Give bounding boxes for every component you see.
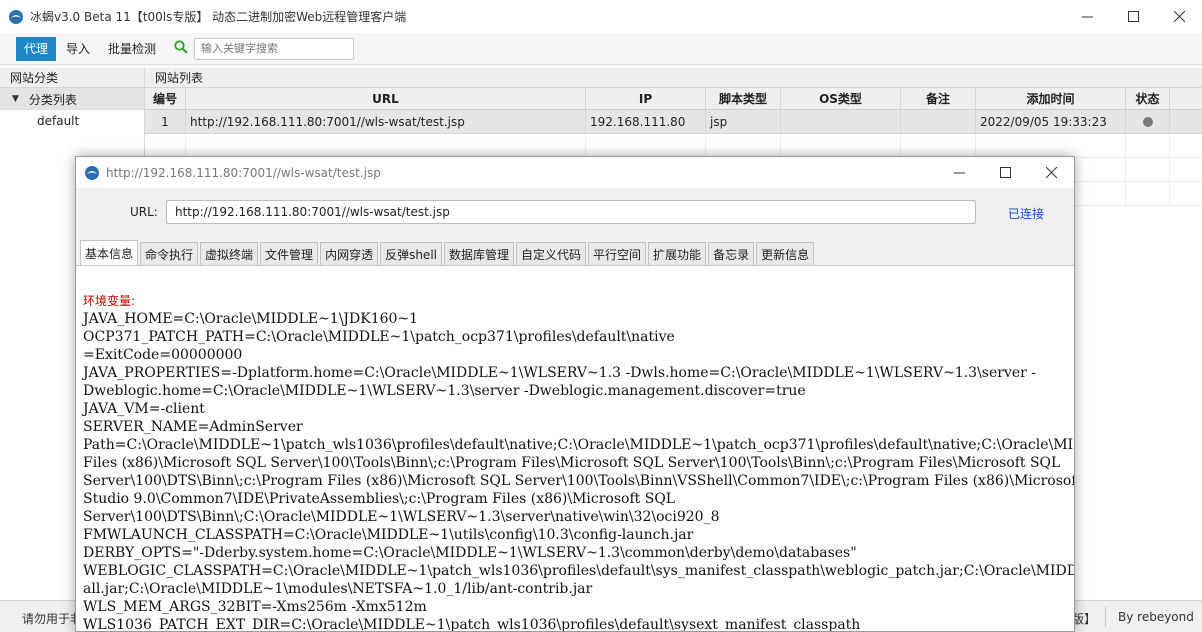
env-line: DERBY_OPTS="-Dderby.system.home=C:\Oracl… bbox=[83, 545, 857, 561]
env-line: Studio 9.0\Common7\IDE\PrivateAssemblies… bbox=[83, 491, 676, 507]
column-header-note[interactable]: 备注 bbox=[901, 88, 976, 109]
column-header-os-type[interactable]: OS类型 bbox=[781, 88, 901, 109]
search-input[interactable] bbox=[194, 37, 355, 60]
env-line: JAVA_VM=-client bbox=[83, 401, 205, 417]
env-line: Dweblogic.home=C:\Oracle\MIDDLE~1\WLSERV… bbox=[83, 383, 806, 399]
url-label: URL: bbox=[130, 205, 158, 219]
cell-ip: 192.168.111.80 bbox=[586, 110, 706, 133]
close-icon[interactable] bbox=[1156, 0, 1202, 33]
dialog-logo-icon bbox=[84, 165, 100, 181]
tab-intranet-tunnel[interactable]: 内网穿透 bbox=[320, 242, 379, 265]
tab-database-manager[interactable]: 数据库管理 bbox=[444, 242, 515, 265]
dialog-tabs: 基本信息 命令执行 虚拟终端 文件管理 内网穿透 反弹shell 数据库管理 自… bbox=[76, 238, 1074, 266]
env-line: Server\100\DTS\Binn\;c:\Program Files (x… bbox=[83, 473, 1075, 489]
status-notice: 请勿用于非 bbox=[22, 612, 83, 626]
expand-arrow-icon[interactable]: ▼ bbox=[12, 94, 19, 104]
cell-note bbox=[901, 110, 976, 133]
env-line: JAVA_PROPERTIES=-Dplatform.home=C:\Oracl… bbox=[83, 365, 1037, 381]
main-titlebar: 冰蝎v3.0 Beta 11【t00ls专版】 动态二进制加密Web远程管理客户… bbox=[0, 0, 1202, 33]
tab-basic-info[interactable]: 基本信息 bbox=[80, 240, 139, 265]
toolbar: 代理 导入 批量检测 bbox=[0, 33, 1202, 65]
proxy-button[interactable]: 代理 bbox=[16, 36, 57, 61]
env-line: Files (x86)\Microsoft SQL Server\100\Too… bbox=[83, 455, 1061, 471]
shell-dialog: http://192.168.111.80:7001//wls-wsat/tes… bbox=[75, 156, 1075, 632]
window-controls bbox=[1064, 0, 1202, 33]
status-edition: 版】 bbox=[1072, 612, 1097, 626]
connection-status: 已连接 bbox=[1008, 207, 1045, 221]
env-line: WLS_MEM_ARGS_32BIT=-Xms256m -Xmx512m bbox=[83, 599, 427, 615]
status-divider bbox=[1105, 607, 1106, 627]
batch-check-button[interactable]: 批量检测 bbox=[100, 37, 164, 61]
tab-update-info[interactable]: 更新信息 bbox=[756, 242, 815, 265]
site-table-header: 编号 URL IP 脚本类型 OS类型 备注 添加时间 状态 bbox=[145, 88, 1202, 110]
cell-url: http://192.168.111.80:7001//wls-wsat/tes… bbox=[186, 110, 586, 133]
status-author: By rebeyond bbox=[1118, 610, 1194, 624]
tab-parallel-space[interactable]: 平行空间 bbox=[588, 242, 647, 265]
cell-added-time: 2022/09/05 19:33:23 bbox=[976, 110, 1126, 133]
env-line: all.jar;C:\Oracle\MIDDLE~1\modules\NETSF… bbox=[83, 581, 593, 597]
tab-extensions[interactable]: 扩展功能 bbox=[648, 242, 707, 265]
env-line: FMWLAUNCH_CLASSPATH=C:\Oracle\MIDDLE~1\u… bbox=[83, 527, 694, 543]
dialog-titlebar[interactable]: http://192.168.111.80:7001//wls-wsat/tes… bbox=[76, 157, 1074, 188]
column-header-ip[interactable]: IP bbox=[586, 88, 706, 109]
dialog-title: http://192.168.111.80:7001//wls-wsat/tes… bbox=[106, 165, 381, 180]
url-field[interactable]: http://192.168.111.80:7001//wls-wsat/tes… bbox=[166, 200, 976, 224]
cell-os-type bbox=[781, 110, 901, 133]
env-line: WEBLOGIC_CLASSPATH=C:\Oracle\MIDDLE~1\pa… bbox=[83, 563, 1075, 579]
env-line: OCP371_PATCH_PATH=C:\Oracle\MIDDLE~1\pat… bbox=[83, 329, 675, 345]
empty-row bbox=[145, 134, 1202, 158]
env-heading: 环境变量: bbox=[83, 294, 136, 308]
tab-virtual-terminal[interactable]: 虚拟终端 bbox=[200, 242, 259, 265]
tab-custom-code[interactable]: 自定义代码 bbox=[516, 242, 587, 265]
url-bar: URL: http://192.168.111.80:7001//wls-wsa… bbox=[76, 188, 1074, 238]
import-button[interactable]: 导入 bbox=[58, 37, 98, 61]
cell-script-type: jsp bbox=[706, 110, 781, 133]
env-line: SERVER_NAME=AdminServer bbox=[83, 419, 303, 435]
search-icon[interactable] bbox=[174, 40, 188, 57]
column-header-added-time[interactable]: 添加时间 bbox=[976, 88, 1126, 109]
env-line: =ExitCode=00000000 bbox=[83, 347, 243, 363]
window-title: 冰蝎v3.0 Beta 11【t00ls专版】 动态二进制加密Web远程管理客户… bbox=[30, 10, 407, 24]
env-variable-list: JAVA_HOME=C:\Oracle\MIDDLE~1\JDK160~1 OC… bbox=[83, 310, 1075, 632]
env-line: JAVA_HOME=C:\Oracle\MIDDLE~1\JDK160~1 bbox=[83, 311, 419, 327]
env-line: Server\100\DTS\Binn\;C:\Oracle\MIDDLE~1\… bbox=[83, 509, 720, 525]
basic-info-content: 环境变量: JAVA_HOME=C:\Oracle\MIDDLE~1\JDK16… bbox=[76, 266, 1075, 632]
category-root-label: 分类列表 bbox=[28, 92, 77, 107]
column-header-status[interactable]: 状态 bbox=[1126, 88, 1170, 109]
search-group bbox=[174, 37, 355, 60]
category-tree-root[interactable]: ▼ 分类列表 bbox=[0, 88, 144, 110]
tab-memo[interactable]: 备忘录 bbox=[708, 242, 755, 265]
site-list-header: 网站列表 bbox=[145, 68, 1202, 88]
dialog-maximize-icon[interactable] bbox=[982, 157, 1028, 188]
column-header-script-type[interactable]: 脚本类型 bbox=[706, 88, 781, 109]
category-item-default[interactable]: default bbox=[0, 110, 144, 132]
column-header-id[interactable]: 编号 bbox=[145, 88, 186, 109]
category-header: 网站分类 bbox=[0, 68, 144, 88]
env-line: WLS1036_PATCH_EXT_DIR=C:\Oracle\MIDDLE~1… bbox=[83, 617, 861, 632]
dialog-minimize-icon[interactable] bbox=[936, 157, 982, 188]
maximize-icon[interactable] bbox=[1110, 0, 1156, 33]
dialog-close-icon[interactable] bbox=[1028, 157, 1074, 188]
cell-status bbox=[1126, 110, 1170, 133]
dialog-window-controls bbox=[936, 157, 1074, 188]
status-dot-icon bbox=[1142, 116, 1153, 127]
column-header-url[interactable]: URL bbox=[186, 88, 586, 109]
tab-command-exec[interactable]: 命令执行 bbox=[140, 242, 199, 265]
tab-reverse-shell[interactable]: 反弹shell bbox=[380, 242, 442, 265]
table-row[interactable]: 1 http://192.168.111.80:7001//wls-wsat/t… bbox=[145, 110, 1202, 134]
env-line: Path=C:\Oracle\MIDDLE~1\patch_wls1036\pr… bbox=[83, 437, 1075, 453]
tab-file-manager[interactable]: 文件管理 bbox=[260, 242, 319, 265]
minimize-icon[interactable] bbox=[1064, 0, 1110, 33]
app-logo-icon bbox=[8, 9, 24, 25]
cell-id: 1 bbox=[145, 110, 186, 133]
